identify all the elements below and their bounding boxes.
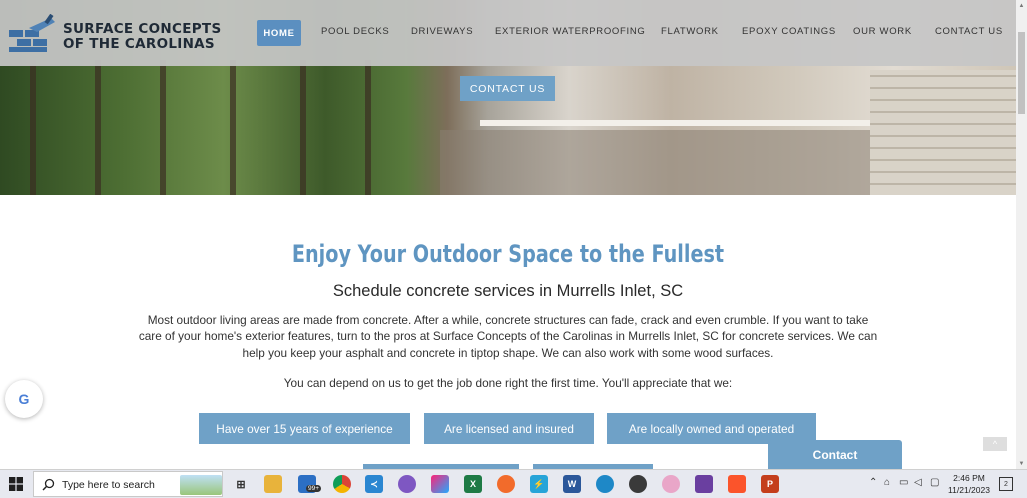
tray-battery-icon[interactable]: ▭ xyxy=(899,477,908,488)
hero-tree xyxy=(365,60,371,195)
site-header: SURFACE CONCEPTS OF THE CAROLINAS HOME P… xyxy=(0,0,1016,66)
hero-tree xyxy=(300,60,306,195)
app-bolt-icon[interactable]: ⚡ xyxy=(530,475,548,493)
app-icon[interactable] xyxy=(662,475,680,493)
excel-icon[interactable]: X xyxy=(464,475,482,493)
figma-icon[interactable] xyxy=(431,475,449,493)
feature-pill-licensed: Are licensed and insured xyxy=(424,413,594,444)
brave-icon[interactable] xyxy=(728,475,746,493)
taskbar-search-box[interactable]: Type here to search xyxy=(33,471,223,497)
logo-line-2: OF THE CAROLINAS xyxy=(63,36,215,52)
hero-tree xyxy=(230,60,236,195)
notification-center-icon[interactable]: 2 xyxy=(999,477,1013,491)
nav-pool-decks[interactable]: POOL DECKS xyxy=(321,26,389,37)
tray-display-icon[interactable]: ▢ xyxy=(930,477,939,488)
google-reviews-badge[interactable]: G xyxy=(5,380,43,418)
scroll-down-arrow-icon[interactable]: ▼ xyxy=(1016,458,1027,469)
hero-house-deck xyxy=(440,130,890,195)
nav-flatwork[interactable]: FLATWORK xyxy=(661,26,719,37)
vertical-scrollbar[interactable]: ▲ ▼ xyxy=(1016,0,1027,469)
hero-stairs xyxy=(870,70,1016,195)
scrollbar-thumb[interactable] xyxy=(1018,32,1025,114)
browser-page: CONTACT US SURFACE CONCEPTS OF THE CAROL… xyxy=(0,0,1016,469)
davinci-icon[interactable] xyxy=(629,475,647,493)
windows-taskbar: Type here to search ⊞ 99+ ≺ X ⚡ W P ⌃ ⌂ … xyxy=(0,469,1027,498)
nav-epoxy-coatings[interactable]: EPOXY COATINGS xyxy=(742,26,836,37)
search-highlight-icon[interactable] xyxy=(180,475,222,495)
app-icon[interactable] xyxy=(596,475,614,493)
clock-date: 11/21/2023 xyxy=(948,485,990,495)
powerpoint-icon[interactable]: P xyxy=(761,475,779,493)
hero-tree xyxy=(95,60,101,195)
scroll-to-top-button[interactable]: ^ xyxy=(983,437,1007,451)
chrome-icon[interactable] xyxy=(333,475,351,493)
start-button[interactable] xyxy=(0,470,32,498)
windows-logo-icon xyxy=(9,477,23,491)
scroll-up-arrow-icon[interactable]: ▲ xyxy=(1016,0,1027,11)
page-subheading: Schedule concrete services in Murrells I… xyxy=(332,282,684,300)
intro-paragraph: Most outdoor living areas are made from … xyxy=(138,313,878,360)
app-icon[interactable] xyxy=(695,475,713,493)
vscode-icon[interactable]: ≺ xyxy=(365,475,383,493)
taskbar-clock[interactable]: 2:46 PM 11/21/2023 xyxy=(946,472,992,496)
page-headline: Enjoy Your Outdoor Space to the Fullest xyxy=(291,240,725,268)
search-icon xyxy=(42,478,55,491)
search-placeholder: Type here to search xyxy=(62,479,155,491)
hero-tree xyxy=(160,60,166,195)
file-explorer-icon[interactable] xyxy=(264,475,282,493)
logo-line-1: SURFACE CONCEPTS xyxy=(63,21,222,37)
contact-tab-button[interactable]: Contact xyxy=(768,440,902,469)
word-icon[interactable]: W xyxy=(563,475,581,493)
task-view-icon[interactable]: ⊞ xyxy=(232,475,250,493)
hero-contact-button[interactable]: CONTACT US xyxy=(460,76,555,101)
postman-icon[interactable] xyxy=(497,475,515,493)
mail-badge: 99+ xyxy=(306,485,322,492)
nav-contact-us[interactable]: CONTACT US xyxy=(935,26,1003,37)
logo-trowel-icon[interactable] xyxy=(7,14,57,54)
nav-exterior-waterproofing[interactable]: EXTERIOR WATERPROOFING xyxy=(495,26,646,37)
hero-tree xyxy=(30,60,36,195)
nav-our-work[interactable]: OUR WORK xyxy=(853,26,912,37)
nav-driveways[interactable]: DRIVEWAYS xyxy=(411,26,473,37)
tray-volume-icon[interactable]: ◁ xyxy=(914,477,922,488)
tray-chevron-up-icon[interactable]: ⌃ xyxy=(869,477,877,488)
nav-home[interactable]: HOME xyxy=(257,20,301,46)
logo-text[interactable]: SURFACE CONCEPTS OF THE CAROLINAS xyxy=(63,22,221,52)
depend-paragraph: You can depend on us to get the job done… xyxy=(283,376,733,390)
clock-time: 2:46 PM xyxy=(953,473,985,483)
feature-pill-experience: Have over 15 years of experience xyxy=(199,413,410,444)
tray-network-icon[interactable]: ⌂ xyxy=(884,477,890,488)
notification-count: 2 xyxy=(1004,480,1008,488)
app-icon[interactable] xyxy=(398,475,416,493)
